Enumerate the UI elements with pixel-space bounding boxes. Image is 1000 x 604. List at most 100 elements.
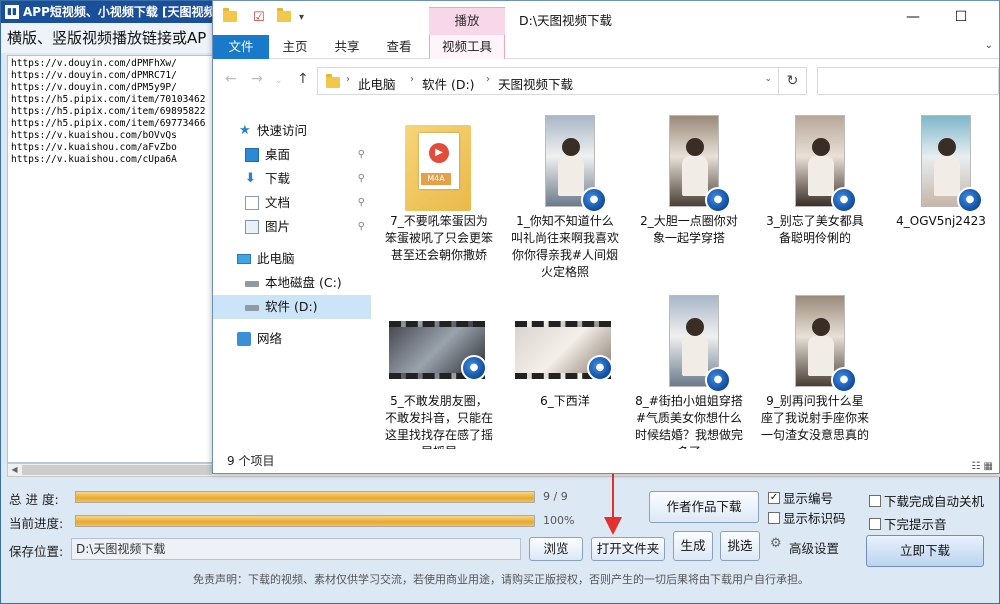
url-line: https://h5.pipix.com/item/69895822 bbox=[11, 106, 206, 117]
show-mark-label: 显示标识码 bbox=[783, 511, 846, 526]
scroll-left-icon[interactable]: ◀ bbox=[8, 464, 21, 476]
nav-item[interactable]: 此电脑 bbox=[213, 247, 371, 271]
nav-item[interactable]: ★ 快速访问 bbox=[213, 119, 371, 143]
address-dropdown-icon[interactable]: ⌄ bbox=[764, 74, 772, 84]
url-line: https://v.douyin.com/dPMRC71/ bbox=[11, 70, 177, 81]
chevron-down-icon[interactable]: ⌄ bbox=[985, 40, 993, 51]
breadcrumb-folder[interactable]: 天图视频下载 bbox=[498, 74, 573, 93]
file-name: 1_你知不知道什么叫礼尚往来啊我喜欢你你得亲我#人间烟火定格照 bbox=[511, 214, 620, 279]
breadcrumb-separator-icon[interactable]: › bbox=[410, 74, 414, 85]
m4a-badge-icon: M4A bbox=[421, 173, 451, 185]
file-name: 4_OGV5nj2423 bbox=[896, 214, 986, 228]
url-line: https://v.kuaishou.com/cUpa6A bbox=[11, 154, 177, 165]
explorer-titlebar: ☑ ▾ 播放 D:\天图视频下载 — ☐ bbox=[213, 1, 999, 35]
drive-icon bbox=[245, 305, 259, 311]
checkbox-empty-icon[interactable] bbox=[869, 517, 881, 530]
total-progress-fill bbox=[76, 492, 534, 502]
pin-icon[interactable]: ⚲ bbox=[358, 143, 365, 167]
download-arrow-icon: ⬇ bbox=[245, 171, 256, 186]
navigation-pane: ★ 快速访问 桌面 ⚲ ⬇ 下载 ⚲ 文档 ⚲ 图片 ⚲ 此电脑 本地磁盘 (C:) 软件 (D:) 网络 bbox=[213, 103, 371, 449]
ribbon-tab-2[interactable]: 共享 bbox=[323, 35, 371, 59]
video-player-badge-icon: ● bbox=[587, 355, 613, 381]
disclaimer-text: 免责声明：下载的视频、素材仅供学习交流，若使用商业用途，请购买正版授权，否则产生… bbox=[193, 573, 809, 586]
forward-arrow-icon[interactable]: → bbox=[251, 71, 263, 87]
breadcrumb-this-pc[interactable]: 此电脑 bbox=[358, 74, 396, 93]
file-name: 6_下西洋 bbox=[540, 394, 590, 408]
auto-shutdown-label: 下载完成自动关机 bbox=[884, 494, 985, 509]
current-progress-fill bbox=[76, 516, 534, 526]
ribbon-tab-1[interactable]: 主页 bbox=[269, 35, 321, 59]
url-line: https://v.kuaishou.com/aFvZbo bbox=[11, 142, 177, 153]
advanced-settings-link[interactable]: 高级设置 bbox=[789, 538, 839, 557]
computer-icon bbox=[237, 254, 251, 264]
show-mark-checkbox[interactable]: 显示标识码 bbox=[768, 508, 846, 527]
status-bar: 9 个项目 ☷ ▦ bbox=[213, 449, 999, 473]
total-progress-value: 9 / 9 bbox=[543, 490, 568, 503]
pick-button[interactable]: 挑选 bbox=[720, 531, 760, 561]
breadcrumb-drive-d[interactable]: 软件 (D:) bbox=[422, 74, 475, 93]
ribbon-tab-0[interactable]: 文件 bbox=[213, 35, 269, 59]
quick-access-dropdown-icon[interactable]: ▾ bbox=[299, 10, 304, 26]
show-number-checkbox[interactable]: ✓ 显示编号 bbox=[768, 488, 833, 507]
ribbon-tabs: ⌄ 文件 主页 共享 查看 视频工具 bbox=[213, 35, 999, 59]
breadcrumb-separator-icon[interactable]: › bbox=[346, 74, 350, 85]
new-folder-icon[interactable] bbox=[277, 8, 291, 26]
url-line: https://v.douyin.com/dPMFhXw/ bbox=[11, 58, 177, 69]
recent-dropdown-icon[interactable]: ⌄ bbox=[275, 76, 283, 86]
nav-item[interactable]: ⬇ 下载 ⚲ bbox=[213, 167, 371, 191]
auto-shutdown-checkbox[interactable]: 下载完成自动关机 bbox=[869, 491, 984, 510]
file-explorer-window: ☑ ▾ 播放 D:\天图视频下载 — ☐ ⌄ 文件 主页 共享 查看 视频工具 ← → … bbox=[212, 0, 1000, 474]
folder-icon bbox=[326, 74, 340, 88]
nav-item[interactable]: 网络 bbox=[213, 327, 371, 351]
file-thumbnail: ● bbox=[887, 113, 995, 213]
url-line: https://v.douyin.com/dPM5y9P/ bbox=[11, 82, 177, 93]
nav-item[interactable]: 本地磁盘 (C:) bbox=[213, 271, 371, 295]
address-row: ← → ⌄ ↑ › 此电脑 › 软件 (D:) › 天图视频下载 ⌄ ↻ bbox=[213, 59, 999, 103]
explorer-title: D:\天图视频下载 bbox=[519, 13, 613, 28]
ribbon-tab-3[interactable]: 查看 bbox=[373, 35, 425, 59]
nav-item[interactable]: 桌面 ⚲ bbox=[213, 143, 371, 167]
app-title: APP短视频、小视频下载 [天图视频 bbox=[23, 5, 216, 19]
search-input[interactable] bbox=[817, 67, 999, 95]
gear-icon[interactable]: ⚙ bbox=[770, 537, 784, 551]
ribbon-tab-4[interactable]: 视频工具 bbox=[429, 35, 505, 59]
current-progress-bar bbox=[75, 515, 535, 527]
back-arrow-icon[interactable]: ← bbox=[225, 71, 237, 87]
current-progress-value: 100% bbox=[543, 514, 575, 527]
save-location-label: 保存位置: bbox=[9, 544, 64, 559]
open-folder-button[interactable]: 打开文件夹 bbox=[591, 537, 665, 561]
checkbox-empty-icon[interactable] bbox=[768, 511, 780, 524]
file-thumbnail: ● bbox=[761, 113, 869, 213]
nav-item[interactable]: 图片 ⚲ bbox=[213, 215, 371, 239]
generate-button[interactable]: 生成 bbox=[673, 531, 713, 561]
nav-item[interactable]: 软件 (D:) bbox=[213, 295, 371, 319]
author-download-button[interactable]: 作者作品下载 bbox=[649, 491, 759, 523]
show-number-label: 显示编号 bbox=[783, 491, 834, 506]
save-path-field[interactable]: D:\天图视频下载 bbox=[71, 538, 521, 560]
finish-sound-checkbox[interactable]: 下完提示音 bbox=[869, 514, 947, 533]
breadcrumb-separator-icon[interactable]: › bbox=[486, 74, 490, 85]
scroll-thumb[interactable] bbox=[22, 465, 212, 475]
file-name: 3_别忘了美女都具备聪明伶俐的 bbox=[766, 214, 864, 245]
download-now-button[interactable]: 立即下载 bbox=[866, 535, 984, 567]
nav-item[interactable]: 文档 ⚲ bbox=[213, 191, 371, 215]
nav-item-label: 图片 bbox=[265, 219, 291, 234]
up-arrow-icon[interactable]: ↑ bbox=[297, 71, 309, 87]
pin-icon[interactable]: ⚲ bbox=[358, 191, 365, 215]
checkbox-empty-icon[interactable] bbox=[869, 494, 881, 507]
context-tab-play[interactable]: 播放 bbox=[429, 7, 505, 35]
address-bar[interactable]: › 此电脑 › 软件 (D:) › 天图视频下载 ⌄ bbox=[317, 67, 779, 95]
minimize-icon[interactable]: — bbox=[903, 7, 923, 27]
properties-icon[interactable]: ☑ bbox=[253, 10, 265, 26]
video-player-badge-icon: ● bbox=[705, 187, 731, 213]
url-list-textarea[interactable]: https://v.douyin.com/dPMFhXw/https://v.d… bbox=[7, 55, 219, 463]
pin-icon[interactable]: ⚲ bbox=[358, 167, 365, 191]
view-toggle-icon[interactable]: ☷ ▦ bbox=[971, 455, 993, 479]
refresh-icon[interactable]: ↻ bbox=[779, 67, 807, 95]
maximize-icon[interactable]: ☐ bbox=[951, 7, 971, 27]
item-count: 9 个项目 bbox=[227, 454, 275, 468]
browse-button[interactable]: 浏览 bbox=[529, 537, 583, 561]
checkbox-checked-icon[interactable]: ✓ bbox=[768, 491, 780, 504]
pin-icon[interactable]: ⚲ bbox=[358, 215, 365, 239]
video-player-badge-icon: ● bbox=[831, 187, 857, 213]
